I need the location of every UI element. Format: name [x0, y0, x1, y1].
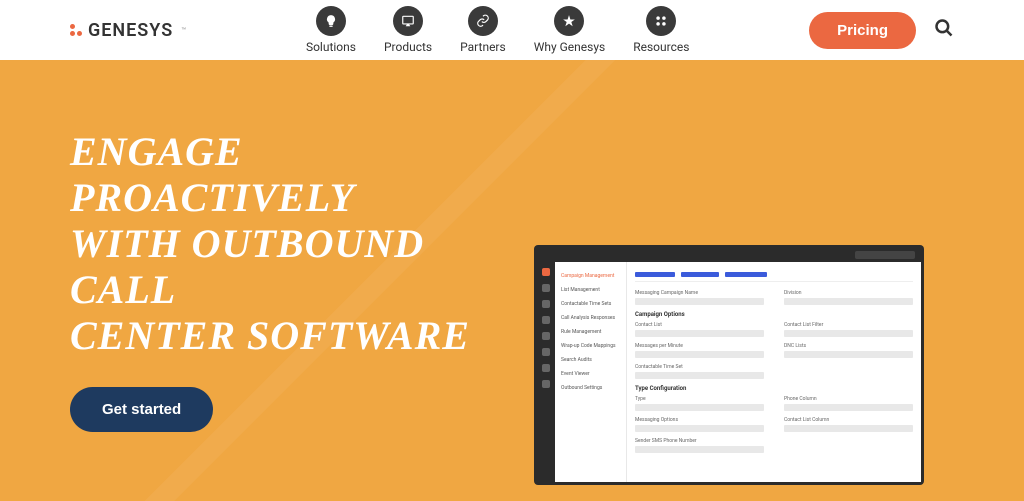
field-input [635, 330, 764, 337]
header-actions: Pricing [809, 12, 954, 49]
nav-resources[interactable]: Resources [633, 6, 689, 54]
sidebar-item: Wrap-up Code Mappings [559, 340, 622, 352]
rail-icon [542, 364, 550, 372]
tab-pill [725, 272, 767, 277]
mock-body: Campaign Management List Management Cont… [537, 262, 921, 482]
field-label: Contact List [635, 322, 764, 328]
tab-pill [681, 272, 719, 277]
rail-icon [542, 268, 550, 276]
hero-title: Engage proactively with outbound call ce… [70, 129, 490, 359]
field-label: Messaging Campaign Name [635, 290, 764, 296]
section-heading: Campaign Options [635, 311, 913, 318]
logo-text: GENESYS [88, 20, 173, 41]
pricing-button[interactable]: Pricing [809, 12, 916, 49]
mock-search [855, 251, 915, 259]
field-label: Type [635, 396, 764, 402]
field-label: Division [784, 290, 913, 296]
field-label: DNC Lists [784, 343, 913, 349]
grid-icon [646, 6, 676, 36]
sidebar-item: Campaign Management [559, 270, 622, 282]
sidebar-item: Event Viewer [559, 368, 622, 380]
trademark: ™ [181, 26, 186, 35]
field-input [635, 404, 764, 411]
tab-pill [635, 272, 675, 277]
field-label: Messaging Options [635, 417, 764, 423]
mock-sidebar: Campaign Management List Management Cont… [555, 262, 627, 482]
nav-partners[interactable]: Partners [460, 6, 506, 54]
rail-icon [542, 284, 550, 292]
nav-products[interactable]: Products [384, 6, 432, 54]
field-input [635, 372, 764, 379]
field-input [784, 425, 913, 432]
sidebar-item: Call Analysis Responses [559, 312, 622, 324]
field-label: Contact List Column [784, 417, 913, 423]
rail-icon [542, 332, 550, 340]
rail-icon [542, 316, 550, 324]
mock-form: Messaging Campaign Name Division Campaig… [627, 262, 921, 482]
link-icon [468, 6, 498, 36]
field-input [784, 330, 913, 337]
nav-why[interactable]: Why Genesys [534, 6, 606, 54]
rail-icon [542, 380, 550, 388]
field-input [635, 298, 764, 305]
mock-topbar [537, 248, 921, 262]
field-input [635, 425, 764, 432]
field-label: Contact List Filter [784, 322, 913, 328]
search-icon[interactable] [934, 18, 954, 42]
sidebar-item: List Management [559, 284, 622, 296]
hero-content: Engage proactively with outbound call ce… [70, 129, 490, 432]
sidebar-item: Rule Management [559, 326, 622, 338]
sidebar-item: Search Audits [559, 354, 622, 366]
field-label: Sender SMS Phone Number [635, 438, 764, 444]
section-heading: Type Configuration [635, 385, 913, 392]
field-input [784, 298, 913, 305]
main-nav: Solutions Products Partners Why Genesys … [306, 6, 689, 54]
mock-tabs [635, 268, 913, 282]
field-label: Phone Column [784, 396, 913, 402]
mock-rail [537, 262, 555, 482]
rail-icon [542, 300, 550, 308]
rail-icon [542, 348, 550, 356]
sidebar-item: Contactable Time Sets [559, 298, 622, 310]
field-label: Contactable Time Set [635, 364, 764, 370]
nav-solutions[interactable]: Solutions [306, 6, 356, 54]
sidebar-item: Outbound Settings [559, 382, 622, 394]
monitor-icon [393, 6, 423, 36]
field-input [784, 404, 913, 411]
lightbulb-icon [316, 6, 346, 36]
field-input [784, 351, 913, 358]
product-screenshot: Campaign Management List Management Cont… [534, 245, 924, 485]
hero-section: Engage proactively with outbound call ce… [0, 60, 1024, 501]
field-input [635, 446, 764, 453]
logo[interactable]: GENESYS ™ [70, 20, 186, 41]
logo-icon [70, 24, 82, 36]
star-icon [554, 6, 584, 36]
get-started-button[interactable]: Get started [70, 387, 213, 432]
site-header: GENESYS ™ Solutions Products Partners Wh… [0, 0, 1024, 60]
field-input [635, 351, 764, 358]
field-label: Messages per Minute [635, 343, 764, 349]
